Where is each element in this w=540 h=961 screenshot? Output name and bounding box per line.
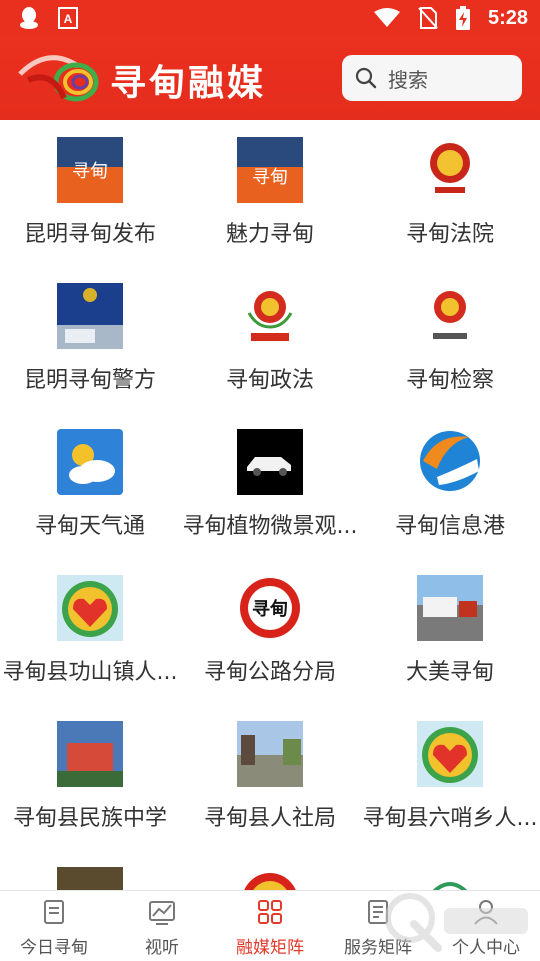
kunming-xundian-release-thumbnail: 寻甸 — [57, 137, 123, 203]
procuratorate-thumbnail — [417, 283, 483, 349]
tab-audio-video[interactable]: 视听 — [108, 891, 216, 961]
grid-item-human-resources-bureau[interactable]: 寻甸县人社局 — [180, 704, 360, 850]
svg-text:寻甸: 寻甸 — [252, 167, 288, 188]
grid-item-beautiful-xundian[interactable]: 大美寻甸 — [360, 558, 540, 704]
grid-item-partial-2[interactable] — [180, 850, 360, 890]
wifi-icon — [373, 8, 400, 27]
battery-charging-icon — [455, 6, 470, 30]
svg-text:寻甸: 寻甸 — [252, 598, 288, 620]
grid-item-xundian-procuratorate[interactable]: 寻甸检察 — [360, 266, 540, 412]
grid-item-label: 寻甸县六哨乡人... — [362, 806, 538, 831]
school-thumbnail — [57, 721, 123, 787]
grid-item-gongshan-town[interactable]: 寻甸县功山镇人... — [0, 558, 180, 704]
grid-item-xundian-info-port[interactable]: 寻甸信息港 — [360, 412, 540, 558]
grid-item-xundian-court[interactable]: 寻甸法院 — [360, 120, 540, 266]
doc-icon — [44, 900, 64, 924]
weather-icon — [57, 429, 123, 495]
grid-item-kunming-xundian-police[interactable]: 昆明寻甸警方 — [0, 266, 180, 412]
chart-icon — [149, 901, 175, 925]
police-thumbnail — [57, 283, 123, 349]
tab-media-matrix[interactable]: 融媒矩阵 — [216, 891, 324, 961]
clock: 5:28 — [487, 6, 528, 29]
matrix-icon — [258, 900, 282, 924]
search-box[interactable]: 搜索 — [342, 55, 522, 101]
logo-icon — [18, 55, 99, 102]
search-icon — [355, 67, 377, 89]
app-title: 寻甸融媒 — [110, 63, 267, 104]
grid-item-label: 寻甸植物微景观... — [182, 514, 358, 539]
grid-item-label: 寻甸公路分局 — [203, 660, 336, 685]
grid-item-xundian-politics-law[interactable]: 寻甸政法 — [180, 266, 360, 412]
no-sim-icon — [418, 7, 438, 29]
grid-item-label: 寻甸政法 — [225, 368, 314, 393]
grid-item-label: 昆明寻甸警方 — [23, 368, 156, 393]
app-header: 寻甸融媒 搜索 — [0, 36, 540, 120]
svg-text:寻甸: 寻甸 — [72, 161, 108, 182]
grid-item-label: 大美寻甸 — [405, 660, 494, 685]
grid-item-label: 寻甸法院 — [405, 222, 494, 247]
tab-label: 融媒矩阵 — [236, 938, 304, 958]
beautiful-xundian-thumbnail — [417, 575, 483, 641]
grid-item-liushao-township[interactable]: 寻甸县六哨乡人... — [360, 704, 540, 850]
qq-notification-icon — [20, 7, 38, 29]
info-port-thumbnail — [417, 429, 483, 495]
street-thumbnail — [237, 721, 303, 787]
grid-item-xundian-weather[interactable]: 寻甸天气通 — [0, 412, 180, 558]
partial-thumbnail — [237, 867, 303, 890]
grid-item-label: 寻甸信息港 — [394, 514, 505, 539]
grid-item-label: 寻甸县人社局 — [203, 806, 336, 831]
grid-item-partial-1[interactable] — [0, 850, 180, 890]
tab-label: 视听 — [145, 938, 179, 958]
grid-item-label: 寻甸县功山镇人... — [2, 660, 178, 685]
tab-today-xundian[interactable]: 今日寻甸 — [0, 891, 108, 961]
politics-law-thumbnail — [237, 283, 303, 349]
mediation-emblem-thumbnail — [417, 721, 483, 787]
charm-xundian-thumbnail: 寻甸 — [237, 137, 303, 203]
highway-emblem-thumbnail: 寻甸 — [237, 575, 303, 641]
grid-item-xundian-highway-branch[interactable]: 寻甸 寻甸公路分局 — [180, 558, 360, 704]
svg-text:A: A — [64, 12, 73, 26]
grid-item-label: 寻甸检察 — [405, 368, 494, 393]
grid-item-xundian-plant-microlandscape[interactable]: 寻甸植物微景观... — [180, 412, 360, 558]
media-matrix-grid: 寻甸 昆明寻甸发布 寻甸 魅力寻甸 寻甸法院 昆明寻甸警方 寻甸政法 寻甸检察 … — [0, 120, 540, 890]
tab-label: 今日寻甸 — [20, 938, 88, 958]
grid-item-ethnic-middle-school[interactable]: 寻甸县民族中学 — [0, 704, 180, 850]
watermark-logo — [385, 893, 528, 952]
grid-item-label: 寻甸县民族中学 — [12, 806, 167, 831]
partial-thumbnail — [57, 867, 123, 890]
status-bar: A 5:28 — [0, 0, 540, 36]
grid-item-label: 魅力寻甸 — [225, 222, 314, 247]
grid-item-charm-xundian[interactable]: 寻甸 魅力寻甸 — [180, 120, 360, 266]
app-notification-icon: A — [58, 7, 78, 29]
mediation-emblem-thumbnail — [57, 575, 123, 641]
grid-item-label: 昆明寻甸发布 — [23, 222, 156, 247]
grid-item-label: 寻甸天气通 — [34, 514, 145, 539]
court-emblem-thumbnail — [417, 137, 483, 203]
car-thumbnail — [237, 429, 303, 495]
grid-item-kunming-xundian-release[interactable]: 寻甸 昆明寻甸发布 — [0, 120, 180, 266]
search-placeholder: 搜索 — [388, 67, 428, 92]
